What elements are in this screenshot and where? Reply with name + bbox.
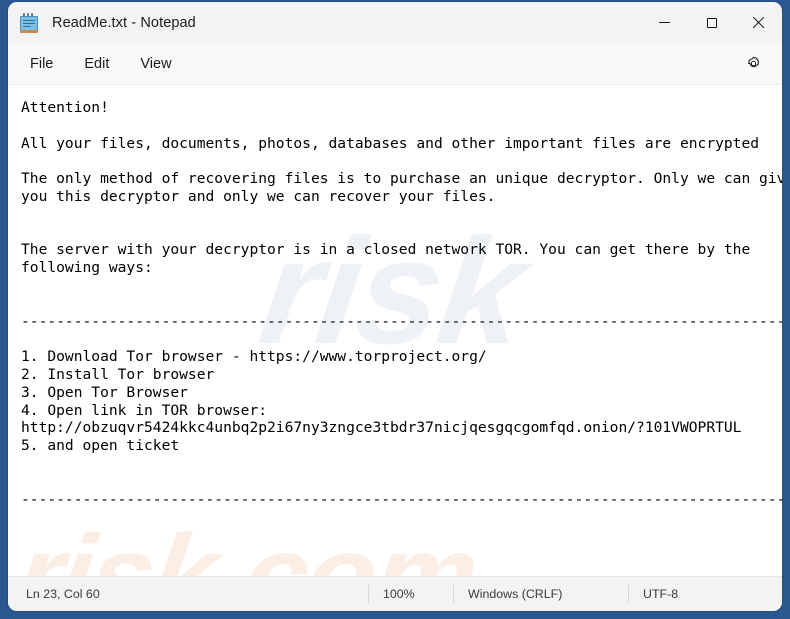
text-editor-area[interactable]: risk risk.com Attention! All your files,… <box>8 85 782 576</box>
close-button[interactable] <box>735 2 782 43</box>
title-bar[interactable]: ReadMe.txt - Notepad <box>8 2 782 43</box>
minimize-button[interactable] <box>641 2 688 43</box>
status-bar: Ln 23, Col 60 100% Windows (CRLF) UTF-8 <box>8 576 782 611</box>
settings-button[interactable] <box>738 49 768 79</box>
maximize-icon <box>706 17 717 28</box>
ransom-note-body: Attention! All your files, documents, ph… <box>21 99 782 508</box>
maximize-button[interactable] <box>688 2 735 43</box>
ransom-note-text[interactable]: Attention! All your files, documents, ph… <box>8 85 782 576</box>
menu-item-file[interactable]: File <box>19 51 64 77</box>
menu-item-view[interactable]: View <box>129 51 182 77</box>
desktop-background: ReadMe.txt - Notepad File Edit View risk… <box>0 0 790 619</box>
close-icon <box>752 16 765 29</box>
window-title: ReadMe.txt - Notepad <box>52 14 196 31</box>
status-encoding[interactable]: UTF-8 <box>628 585 692 603</box>
status-line-column: Ln 23, Col 60 <box>26 587 100 601</box>
status-line-ending[interactable]: Windows (CRLF) <box>453 585 628 603</box>
minimize-icon <box>659 21 670 24</box>
menu-item-edit[interactable]: Edit <box>73 51 120 77</box>
notepad-window: ReadMe.txt - Notepad File Edit View risk… <box>8 2 782 611</box>
notepad-icon <box>20 12 38 33</box>
window-controls <box>641 2 782 43</box>
menu-bar: File Edit View <box>8 43 782 85</box>
gear-icon <box>747 56 759 68</box>
status-zoom-level[interactable]: 100% <box>368 585 453 603</box>
